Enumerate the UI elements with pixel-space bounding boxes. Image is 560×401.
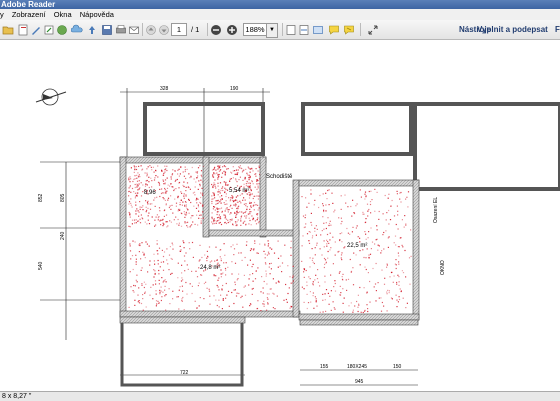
menu-item-file[interactable]: y — [0, 9, 4, 20]
dimension-bottom-5: 945 — [355, 379, 364, 385]
upload-icon — [89, 25, 95, 34]
walls — [119, 156, 420, 326]
title-bar: Adobe Reader — [0, 0, 560, 9]
arrow-down-icon — [159, 24, 169, 35]
page-size: 8 x 8,27 " — [2, 393, 32, 400]
room-label-small: 8,96 — [144, 190, 156, 196]
next-page-button[interactable] — [158, 23, 170, 36]
menu-item-view[interactable]: Zobrazení — [12, 9, 46, 20]
room-label-stairs: Schodiště — [266, 174, 293, 180]
fullscreen-button[interactable] — [312, 23, 324, 36]
compass-icon — [35, 88, 67, 106]
expand-icon — [368, 25, 378, 34]
floppy-icon — [102, 24, 112, 35]
plus-icon — [227, 24, 237, 35]
zoom-input[interactable]: 188% — [243, 23, 267, 36]
menu-bar: y Zobrazení Okna Nápověda — [0, 9, 560, 20]
zoom-out-button[interactable] — [210, 23, 222, 36]
envelope-icon — [129, 26, 139, 34]
document-icon — [18, 24, 28, 35]
save-button[interactable] — [101, 23, 113, 36]
dimension-left-3: 240 — [60, 231, 66, 240]
share-icon — [57, 24, 67, 35]
highlight-icon — [344, 25, 354, 35]
cloud-button[interactable] — [71, 23, 83, 36]
document-view[interactable]: 328 190 5,54 m² Schodiště 24,8 m² 22,5 m… — [0, 40, 560, 391]
dimension-top-1: 328 — [160, 86, 169, 92]
comment-button[interactable] — [328, 23, 340, 36]
dimension-left-1: 852 — [38, 193, 44, 202]
sign-button[interactable] — [30, 23, 42, 36]
fill-sign-button[interactable]: Vyplnit a podepsat — [477, 23, 548, 36]
edit-icon — [44, 25, 54, 34]
label-right-2: OKNO — [440, 260, 446, 275]
email-button[interactable] — [128, 23, 140, 36]
pen-icon — [32, 26, 40, 35]
zoom-dropdown[interactable]: ▼ — [266, 23, 278, 38]
toolbar: 1 / 1 188% ▼ Nástroje Vyplnit a podepsat… — [0, 20, 560, 40]
minus-icon — [211, 24, 221, 35]
floor-plan: 328 190 5,54 m² Schodiště 24,8 m² 22,5 m… — [35, 86, 560, 387]
label-right-1: Osazení EL — [433, 197, 439, 223]
printer-icon — [116, 24, 126, 33]
dimension-bottom-2: 155 — [320, 364, 329, 370]
share-button[interactable] — [56, 23, 68, 36]
highlight-button[interactable] — [343, 23, 355, 36]
fit-page-button[interactable] — [285, 23, 297, 36]
expand-button[interactable] — [367, 23, 379, 36]
fit-width-icon — [299, 24, 309, 35]
extra-button[interactable]: F — [555, 23, 560, 36]
edit-button[interactable] — [43, 23, 55, 36]
open-button[interactable] — [2, 23, 14, 36]
room-label-living: 24,8 m² — [200, 265, 220, 271]
moisture-heatmap — [128, 165, 412, 314]
dimension-bottom-3: 180X245 — [347, 364, 367, 370]
comment-icon — [329, 25, 339, 35]
page-total: / 1 — [191, 25, 200, 34]
zoom-in-button[interactable] — [226, 23, 238, 36]
fit-page-icon — [286, 24, 296, 35]
chevron-down-icon: ▼ — [269, 27, 275, 33]
menu-item-help[interactable]: Nápověda — [80, 9, 114, 20]
print-button[interactable] — [115, 23, 127, 36]
room-label-bath: 5,54 m² — [229, 188, 249, 194]
page-number-input[interactable]: 1 — [171, 23, 187, 36]
fit-width-button[interactable] — [298, 23, 310, 36]
separator — [282, 23, 283, 36]
separator — [142, 23, 143, 36]
app-title: Adobe Reader — [1, 0, 56, 9]
dimension-bottom-1: 722 — [180, 370, 189, 376]
dimension-bottom-4: 150 — [393, 364, 402, 370]
dimension-lines — [40, 88, 418, 386]
room-label-bedroom: 22,5 m² — [347, 243, 367, 249]
cloud-icon — [71, 24, 83, 32]
upload-button[interactable] — [86, 23, 98, 36]
prev-page-button[interactable] — [145, 23, 157, 36]
folder-icon — [2, 26, 14, 34]
dimension-top-2: 190 — [230, 86, 239, 92]
arrow-up-icon — [146, 24, 156, 35]
separator — [207, 23, 208, 36]
fullscreen-icon — [313, 25, 323, 34]
dimension-left-4: 540 — [38, 261, 44, 270]
separator — [360, 23, 361, 36]
dimension-left-2: 805 — [60, 193, 66, 202]
create-button[interactable] — [17, 23, 29, 36]
menu-item-window[interactable]: Okna — [54, 9, 72, 20]
